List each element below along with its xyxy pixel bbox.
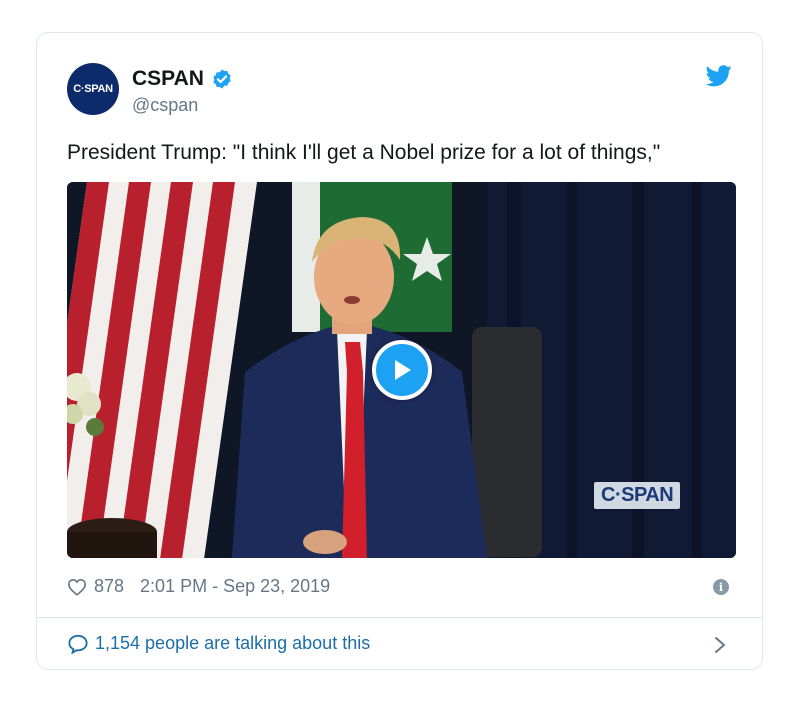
embedded-tweet-card: C·SPAN CSPAN @cspan President Trump: "I … <box>36 32 763 670</box>
author-name-row[interactable]: CSPAN <box>132 67 233 91</box>
play-button[interactable] <box>372 340 432 400</box>
twitter-bird-icon[interactable] <box>706 65 732 87</box>
avatar-text: C·SPAN <box>73 83 113 95</box>
heart-icon[interactable] <box>67 578 87 596</box>
avatar[interactable]: C·SPAN <box>67 63 119 115</box>
display-name[interactable]: CSPAN <box>132 67 204 91</box>
video-player[interactable]: C·SPAN <box>67 182 736 558</box>
chevron-right-icon[interactable] <box>714 636 726 654</box>
tweet-meta-row: 878 2:01 PM - Sep 23, 2019 <box>67 576 330 597</box>
speech-bubble-icon <box>68 634 88 654</box>
conversation-text[interactable]: 1,154 people are talking about this <box>95 633 370 654</box>
play-icon <box>395 360 411 380</box>
cspan-watermark: C·SPAN <box>594 482 681 509</box>
divider <box>37 617 762 618</box>
like-count[interactable]: 878 <box>94 576 124 597</box>
tweet-text: President Trump: "I think I'll get a Nob… <box>67 141 661 164</box>
info-icon[interactable]: i <box>713 579 729 595</box>
handle[interactable]: @cspan <box>132 95 198 116</box>
timestamp[interactable]: 2:01 PM - Sep 23, 2019 <box>140 576 330 597</box>
conversation-link[interactable]: 1,154 people are talking about this <box>67 633 370 654</box>
verified-badge-icon <box>213 69 231 89</box>
